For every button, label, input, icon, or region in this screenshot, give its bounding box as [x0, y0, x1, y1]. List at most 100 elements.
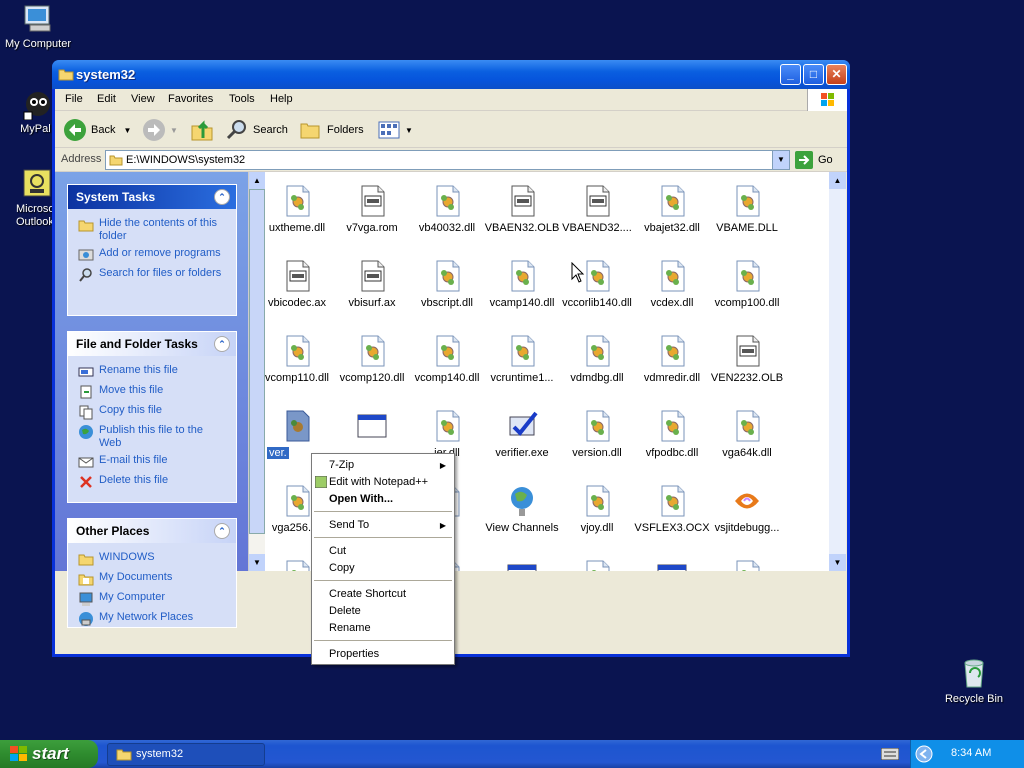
menu-item-create-shortcut[interactable]: Create Shortcut — [329, 588, 406, 600]
menu-favorites[interactable]: Favorites — [168, 93, 213, 105]
menu-file[interactable]: File — [65, 93, 83, 105]
close-button[interactable]: ✕ — [826, 64, 847, 85]
menu-item-7zip[interactable]: 7-Zip — [329, 459, 354, 471]
file-item[interactable]: vbscript.dll — [407, 259, 487, 309]
forward-button[interactable]: ▼ — [142, 117, 178, 143]
task-publish-web[interactable]: Publish this file to the Web — [78, 424, 228, 450]
menu-item-copy[interactable]: Copy — [329, 562, 355, 574]
menu-item-send-to[interactable]: Send To — [329, 519, 369, 531]
file-item[interactable]: ier.dll — [407, 409, 487, 459]
file-item[interactable]: uxtheme.dll — [265, 184, 337, 234]
file-item[interactable]: vssvc.exe — [482, 559, 562, 571]
menu-item-properties[interactable]: Properties — [329, 648, 379, 660]
keyboard-icon[interactable] — [880, 747, 900, 763]
task-rename[interactable]: Rename this file — [78, 364, 228, 380]
file-item[interactable]: vdmdbg.dll — [557, 334, 637, 384]
file-item[interactable]: VBAEND32.... — [557, 184, 637, 234]
up-folder-button[interactable] — [190, 117, 214, 143]
task-email[interactable]: E-mail this file — [78, 454, 228, 470]
place-my-documents[interactable]: My Documents — [78, 571, 228, 587]
file-item[interactable]: VBAEN32.OLB — [482, 184, 562, 234]
file-item[interactable]: VEN2232.OLB — [707, 334, 787, 384]
task-search-files[interactable]: Search for files or folders — [78, 267, 228, 283]
file-tasks-header[interactable]: File and Folder Tasks ⌃ — [68, 332, 236, 356]
file-list-scrollbar[interactable]: ▲ ▼ — [829, 172, 846, 571]
other-places-header[interactable]: Other Places ⌃ — [68, 519, 236, 543]
scroll-up-button[interactable]: ▲ — [249, 172, 265, 189]
back-button[interactable]: Back ▼ — [63, 117, 131, 143]
scroll-thumb[interactable] — [249, 189, 265, 534]
desktop-icon-recycle-bin[interactable]: Recycle Bin — [940, 657, 1008, 705]
file-item[interactable]: vccorlib140.dll — [557, 259, 637, 309]
file-item[interactable]: View Channels — [482, 484, 562, 534]
file-item[interactable]: vcamp140.dll — [482, 259, 562, 309]
taskbar-button-system32[interactable]: system32 — [107, 743, 265, 766]
file-item[interactable]: vfpodbc.dll — [632, 409, 712, 459]
views-button[interactable]: ▼ — [377, 117, 413, 143]
task-pane-scrollbar[interactable]: ▲ ▼ — [248, 172, 265, 571]
address-input[interactable]: E:\WINDOWS\system32 ▼ — [105, 150, 790, 170]
place-my-computer[interactable]: My Computer — [78, 591, 228, 607]
place-windows[interactable]: WINDOWS — [78, 551, 228, 567]
menu-item-open-with[interactable]: Open With... — [329, 493, 393, 505]
desktop-icon-my-computer[interactable]: My Computer — [0, 3, 78, 51]
tray-expand-icon[interactable] — [915, 745, 933, 766]
minimize-button[interactable]: _ — [780, 64, 801, 85]
title-bar[interactable]: system32 _ □ ✕ — [52, 60, 850, 89]
file-item[interactable] — [332, 409, 412, 447]
file-item[interactable]: verifier.exe — [482, 409, 562, 459]
system-tasks-header[interactable]: System Tasks ⌃ — [68, 185, 236, 209]
menu-item-edit-notepadpp[interactable]: Edit with Notepad++ — [329, 476, 428, 488]
menu-item-cut[interactable]: Cut — [329, 545, 346, 557]
search-button[interactable]: Search — [225, 117, 288, 143]
file-item[interactable]: vcomp140.dll — [407, 334, 487, 384]
file-item[interactable]: vbicodec.ax — [265, 259, 337, 309]
dll-file-icon — [656, 409, 688, 443]
collapse-icon[interactable]: ⌃ — [214, 189, 230, 205]
file-item[interactable]: vb40032.dll — [407, 184, 487, 234]
file-item[interactable]: vwipxspx.exe — [632, 559, 712, 571]
file-item[interactable]: vga64k.dll — [707, 409, 787, 459]
file-item[interactable]: vsjitdebugg... — [707, 484, 787, 534]
file-item[interactable]: vcruntime1... — [482, 334, 562, 384]
menu-edit[interactable]: Edit — [97, 93, 116, 105]
maximize-button[interactable]: □ — [803, 64, 824, 85]
file-item[interactable]: vbajet32.dll — [632, 184, 712, 234]
task-hide-folder[interactable]: Hide the contents of this folder — [78, 217, 228, 243]
menu-item-delete[interactable]: Delete — [329, 605, 361, 617]
collapse-icon[interactable]: ⌃ — [214, 523, 230, 539]
file-item[interactable]: VSFLEX3.OCX — [632, 484, 712, 534]
file-item[interactable]: vbisurf.ax — [332, 259, 412, 309]
scroll-down-button[interactable]: ▼ — [249, 554, 265, 571]
task-move[interactable]: Move this file — [78, 384, 228, 400]
file-item[interactable]: VBAME.DLL — [707, 184, 787, 234]
file-item[interactable]: vdmredir.dll — [632, 334, 712, 384]
file-item[interactable]: w3ssl.dll — [707, 559, 787, 571]
file-item[interactable]: v7vga.rom — [332, 184, 412, 234]
task-copy[interactable]: Copy this file — [78, 404, 228, 420]
task-delete[interactable]: Delete this file — [78, 474, 228, 490]
address-dropdown-button[interactable]: ▼ — [772, 151, 789, 169]
task-add-remove-programs[interactable]: Add or remove programs — [78, 247, 228, 263]
scroll-up-button[interactable]: ▲ — [829, 172, 846, 189]
menu-help[interactable]: Help — [270, 93, 293, 105]
scroll-down-button[interactable]: ▼ — [829, 554, 846, 571]
file-item[interactable]: vjoy.dll — [557, 484, 637, 534]
menu-view[interactable]: View — [131, 93, 155, 105]
file-item[interactable]: vcomp110.dll — [265, 334, 337, 384]
start-label: start — [32, 744, 69, 763]
scroll-thumb[interactable] — [829, 189, 846, 569]
file-item[interactable]: vcdex.dll — [632, 259, 712, 309]
computer-icon — [22, 3, 54, 35]
file-item[interactable]: version.dll — [557, 409, 637, 459]
place-network[interactable]: My Network Places — [78, 611, 228, 627]
menu-item-rename[interactable]: Rename — [329, 622, 371, 634]
start-button[interactable]: start — [0, 740, 98, 768]
file-item[interactable]: vcomp120.dll — [332, 334, 412, 384]
collapse-icon[interactable]: ⌃ — [214, 336, 230, 352]
file-item[interactable]: vcomp100.dll — [707, 259, 787, 309]
menu-tools[interactable]: Tools — [229, 93, 255, 105]
go-button[interactable]: Go — [795, 151, 833, 169]
folders-button[interactable]: Folders — [299, 117, 364, 143]
file-item[interactable]: vwipxspx.dll — [557, 559, 637, 571]
